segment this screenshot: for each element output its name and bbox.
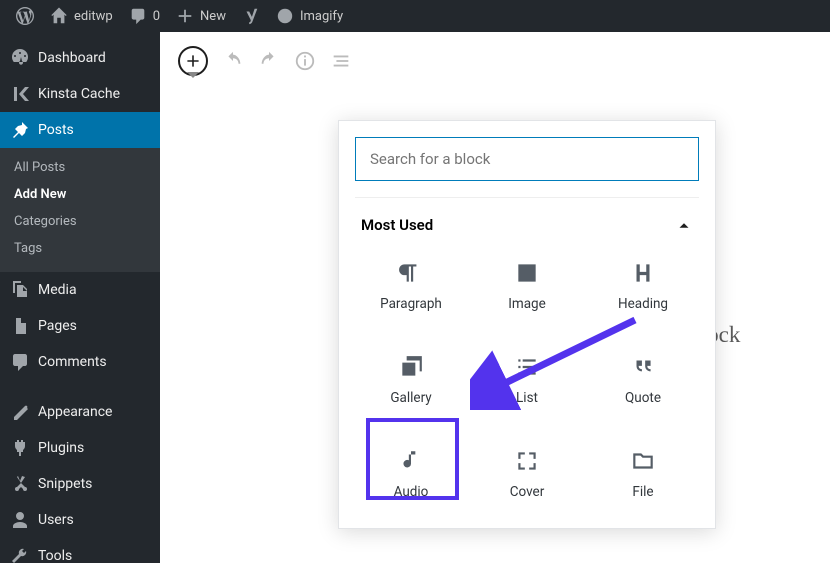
sidebar-item-dashboard[interactable]: Dashboard xyxy=(0,40,160,76)
sidebar-item-pages[interactable]: Pages xyxy=(0,308,160,344)
submenu-add-new[interactable]: Add New xyxy=(0,181,160,208)
admin-bar: editwp 0 New Imagify xyxy=(0,0,830,32)
block-label: List xyxy=(516,390,538,406)
yoast-link[interactable] xyxy=(234,0,268,32)
file-icon xyxy=(630,448,656,474)
block-cover[interactable]: Cover xyxy=(471,436,583,512)
add-block-button[interactable] xyxy=(178,46,208,76)
appearance-icon xyxy=(10,402,30,422)
imagify-link[interactable]: Imagify xyxy=(268,0,351,32)
plus-icon xyxy=(176,7,194,25)
block-label: Quote xyxy=(625,390,661,406)
media-icon xyxy=(10,280,30,300)
block-label: Heading xyxy=(618,296,668,312)
section-title: Most Used xyxy=(361,216,433,234)
block-gallery[interactable]: Gallery xyxy=(355,342,467,418)
chevron-up-icon xyxy=(675,216,693,234)
comment-icon xyxy=(129,7,147,25)
plugins-icon xyxy=(10,438,30,458)
sidebar-label: Dashboard xyxy=(38,50,106,66)
site-name-text: editwp xyxy=(74,9,113,24)
sidebar-item-users[interactable]: Users xyxy=(0,502,160,538)
block-label: Gallery xyxy=(390,390,431,406)
gallery-icon xyxy=(398,354,424,380)
undo-icon[interactable] xyxy=(222,50,244,72)
sidebar-item-appearance[interactable]: Appearance xyxy=(0,394,160,430)
pin-icon xyxy=(10,120,30,140)
editor-content: to choose a block Most Used Paragraph Im… xyxy=(160,32,830,563)
sidebar-label: Pages xyxy=(38,318,77,334)
comments-link[interactable]: 0 xyxy=(121,0,168,32)
sidebar-item-plugins[interactable]: Plugins xyxy=(0,430,160,466)
block-label: Audio xyxy=(394,484,429,500)
posts-submenu: All Posts Add New Categories Tags xyxy=(0,148,160,272)
list-icon xyxy=(514,354,540,380)
sidebar-label: Users xyxy=(38,512,74,528)
site-name-link[interactable]: editwp xyxy=(42,0,121,32)
paragraph-icon xyxy=(398,260,424,286)
dashboard-icon xyxy=(10,48,30,68)
users-icon xyxy=(10,510,30,530)
redo-icon[interactable] xyxy=(258,50,280,72)
block-search-input[interactable] xyxy=(355,137,699,181)
block-inserter-popover: Most Used Paragraph Image Heading xyxy=(338,120,716,529)
imagify-label: Imagify xyxy=(300,9,343,24)
sidebar-label: Plugins xyxy=(38,440,84,456)
sidebar-label: Appearance xyxy=(38,404,112,420)
tools-icon xyxy=(10,546,30,566)
new-label: New xyxy=(200,9,226,24)
sidebar-label: Snippets xyxy=(38,476,92,492)
block-file[interactable]: File xyxy=(587,436,699,512)
submenu-all-posts[interactable]: All Posts xyxy=(0,154,160,181)
block-heading[interactable]: Heading xyxy=(587,248,699,324)
sidebar-item-media[interactable]: Media xyxy=(0,272,160,308)
block-label: File xyxy=(632,484,653,500)
sidebar-item-snippets[interactable]: Snippets xyxy=(0,466,160,502)
kinsta-icon xyxy=(10,84,30,104)
sidebar-item-kinsta[interactable]: Kinsta Cache xyxy=(0,76,160,112)
admin-sidebar: Dashboard Kinsta Cache Posts All Posts A… xyxy=(0,32,160,563)
block-list[interactable]: List xyxy=(471,342,583,418)
snippets-icon xyxy=(10,474,30,494)
pages-icon xyxy=(10,316,30,336)
block-label: Image xyxy=(508,296,546,312)
wordpress-icon xyxy=(16,7,34,25)
new-content-link[interactable]: New xyxy=(168,0,234,32)
imagify-icon xyxy=(276,7,294,25)
block-audio[interactable]: Audio xyxy=(355,436,467,512)
quote-icon xyxy=(630,354,656,380)
editor-toolbar xyxy=(160,32,830,90)
sidebar-label: Media xyxy=(38,282,77,298)
comments-count: 0 xyxy=(153,9,160,24)
info-icon[interactable] xyxy=(294,50,316,72)
sidebar-item-comments[interactable]: Comments xyxy=(0,344,160,380)
cover-icon xyxy=(514,448,540,474)
block-quote[interactable]: Quote xyxy=(587,342,699,418)
yoast-icon xyxy=(242,7,260,25)
block-paragraph[interactable]: Paragraph xyxy=(355,248,467,324)
sidebar-label: Comments xyxy=(38,354,107,370)
submenu-tags[interactable]: Tags xyxy=(0,235,160,262)
sidebar-item-posts[interactable]: Posts xyxy=(0,112,160,148)
home-icon xyxy=(50,7,68,25)
audio-icon xyxy=(398,448,424,474)
sidebar-label: Tools xyxy=(38,548,72,564)
comments-icon xyxy=(10,352,30,372)
submenu-categories[interactable]: Categories xyxy=(0,208,160,235)
block-grid: Paragraph Image Heading Gallery List xyxy=(355,248,699,512)
sidebar-label: Posts xyxy=(38,122,74,138)
sidebar-label: Kinsta Cache xyxy=(38,86,120,102)
inserter-section-header[interactable]: Most Used xyxy=(355,197,699,248)
sidebar-item-tools[interactable]: Tools xyxy=(0,538,160,574)
block-image[interactable]: Image xyxy=(471,248,583,324)
block-label: Paragraph xyxy=(380,296,442,312)
plus-icon xyxy=(185,53,201,69)
block-label: Cover xyxy=(510,484,545,500)
wordpress-logo[interactable] xyxy=(8,0,42,32)
heading-icon xyxy=(630,260,656,286)
outline-icon[interactable] xyxy=(330,50,352,72)
image-icon xyxy=(514,260,540,286)
